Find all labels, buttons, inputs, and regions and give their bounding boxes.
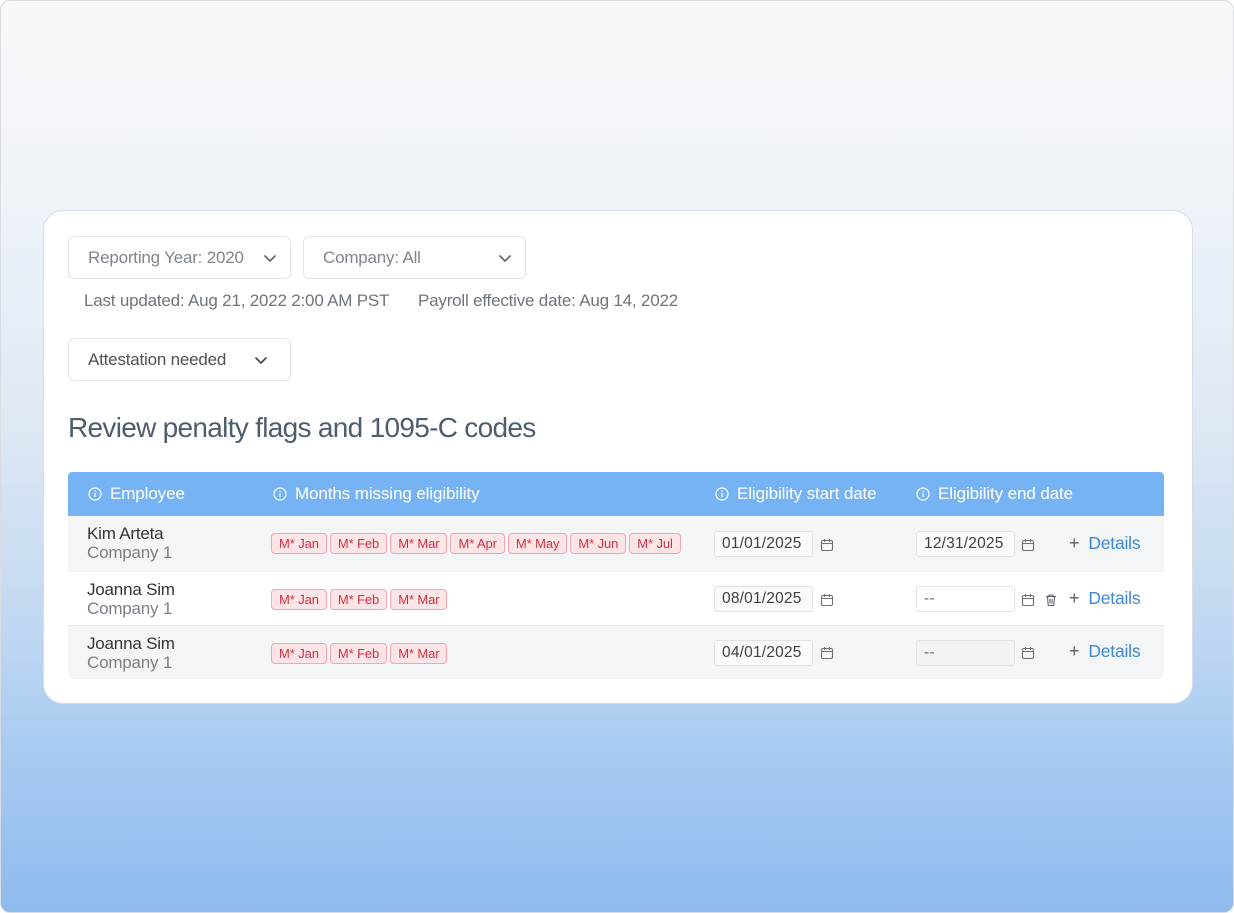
plus-icon: +	[1069, 533, 1080, 553]
end-date-input[interactable]: 12/31/2025	[916, 531, 1015, 557]
company-select[interactable]: Company: All	[303, 236, 526, 279]
status-filter-select[interactable]: Attestation needed	[68, 338, 291, 381]
employee-cell: Joanna Sim Company 1	[87, 634, 175, 672]
table-row: Joanna Sim Company 1 M* Jan M* Feb M* Ma…	[68, 626, 1164, 679]
months-missing-tags: M* Jan M* Feb M* Mar M* Apr M* May M* Ju…	[271, 533, 681, 554]
months-missing-tags: M* Jan M* Feb M* Mar	[271, 589, 448, 610]
payroll-effective-text: Payroll effective date: Aug 14, 2022	[418, 291, 678, 310]
employee-name: Joanna Sim	[87, 634, 175, 653]
chevron-down-icon	[499, 254, 511, 262]
details-label: Details	[1088, 588, 1141, 608]
column-header-label: Employee	[110, 484, 185, 503]
calendar-icon[interactable]	[1021, 538, 1035, 552]
month-tag: M* Feb	[329, 589, 388, 610]
calendar-icon[interactable]	[820, 593, 834, 607]
month-tag: M* Jan	[271, 533, 327, 554]
column-header-label: Eligibility start date	[737, 484, 877, 503]
status-filter-label: Attestation needed	[88, 349, 227, 369]
employee-company: Company 1	[87, 653, 173, 672]
company-label: Company: All	[323, 247, 421, 267]
chevron-down-icon	[255, 356, 267, 364]
background-frame: Reporting Year: 2020 Company: All Last u…	[0, 0, 1234, 913]
review-card: Reporting Year: 2020 Company: All Last u…	[43, 210, 1193, 704]
month-tag: M* Feb	[329, 643, 388, 664]
start-date-input[interactable]: 08/01/2025	[714, 586, 813, 612]
month-tag: M* Mar	[390, 643, 448, 664]
table-row: Joanna Sim Company 1 M* Jan M* Feb M* Ma…	[68, 572, 1164, 626]
column-header-start-date: Eligibility start date	[715, 472, 877, 516]
info-icon	[715, 487, 729, 501]
month-tag: M* May	[507, 533, 568, 554]
page-title: Review penalty flags and 1095-C codes	[68, 412, 536, 443]
employee-company: Company 1	[87, 599, 173, 618]
plus-icon: +	[1069, 641, 1080, 661]
month-tag: M* Mar	[390, 533, 448, 554]
column-header-employee: Employee	[88, 472, 185, 516]
calendar-icon[interactable]	[820, 538, 834, 552]
calendar-icon[interactable]	[1021, 646, 1035, 660]
details-button[interactable]: + Details	[1069, 641, 1141, 662]
month-tag: M* Jul	[629, 533, 681, 554]
employee-name: Joanna Sim	[87, 580, 175, 599]
month-tag: M* Jan	[271, 589, 327, 610]
employee-company: Company 1	[87, 543, 173, 562]
month-tag: M* Mar	[390, 589, 448, 610]
employee-cell: Kim Arteta Company 1	[87, 524, 172, 562]
eligibility-table: Employee Months missing eligibility Elig…	[68, 472, 1164, 679]
calendar-icon[interactable]	[1021, 593, 1035, 607]
details-label: Details	[1088, 533, 1141, 553]
last-updated-text: Last updated: Aug 21, 2022 2:00 AM PST	[84, 291, 390, 310]
info-icon	[273, 487, 287, 501]
month-tag: M* Feb	[329, 533, 388, 554]
start-date-input[interactable]: 04/01/2025	[714, 640, 813, 666]
reporting-year-select[interactable]: Reporting Year: 2020	[68, 236, 291, 279]
column-header-months: Months missing eligibility	[273, 472, 480, 516]
reporting-year-label: Reporting Year: 2020	[88, 247, 244, 267]
calendar-icon[interactable]	[820, 646, 834, 660]
start-date-input[interactable]: 01/01/2025	[714, 531, 813, 557]
column-header-label: Eligibility end date	[938, 484, 1074, 503]
details-label: Details	[1088, 641, 1141, 661]
month-tag: M* Jan	[271, 643, 327, 664]
employee-name: Kim Arteta	[87, 524, 164, 543]
details-button[interactable]: + Details	[1069, 588, 1141, 609]
table-header: Employee Months missing eligibility Elig…	[68, 472, 1164, 516]
end-date-input[interactable]: --	[916, 640, 1015, 666]
months-missing-tags: M* Jan M* Feb M* Mar	[271, 643, 448, 664]
column-header-label: Months missing eligibility	[295, 484, 480, 503]
info-icon	[88, 487, 102, 501]
details-button[interactable]: + Details	[1069, 533, 1141, 554]
trash-icon[interactable]	[1044, 593, 1058, 607]
month-tag: M* Jun	[570, 533, 627, 554]
end-date-input[interactable]: --	[916, 586, 1015, 612]
chevron-down-icon	[264, 254, 276, 262]
plus-icon: +	[1069, 588, 1080, 608]
table-row: Kim Arteta Company 1 M* Jan M* Feb M* Ma…	[68, 516, 1164, 572]
info-icon	[916, 487, 930, 501]
column-header-end-date: Eligibility end date	[916, 472, 1073, 516]
employee-cell: Joanna Sim Company 1	[87, 580, 175, 618]
month-tag: M* Apr	[450, 533, 505, 554]
